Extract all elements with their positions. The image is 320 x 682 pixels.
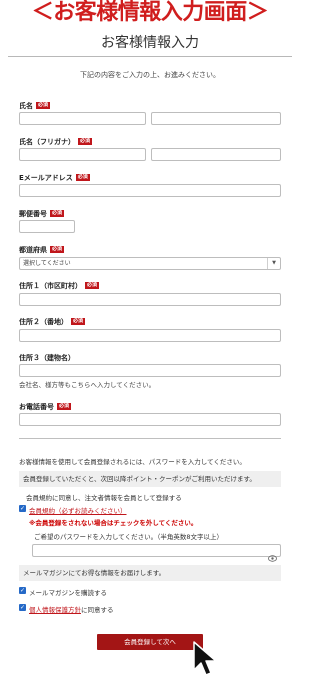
page-title: お客様情報入力 [101,35,199,51]
membership-benefit-box: 会員登録していただくと、次回以降ポイント・クーポンがご利用いただけます。 [19,471,281,487]
title-divider [8,56,292,57]
page-banner: ＜お客様情報入力画面＞ [31,0,269,25]
prefecture-label: 都道府県 必須 [19,246,65,254]
chevron-down-icon: ▼ [267,258,280,269]
password-input[interactable] [32,544,281,562]
terms-link[interactable]: 会員規約（必ずお読みください） [29,505,127,515]
first-name-input[interactable] [151,112,281,125]
section-divider [19,438,281,439]
prefecture-select-value: 選択してください [23,260,71,267]
password-prompt: ご希望のパスワードを入力してください。（半角英数8文字以上） [34,533,223,541]
membership-warning: ※会員登録をされない場合はチェックを外してください。 [29,519,198,527]
terms-checkbox[interactable]: ✓ [19,505,26,512]
required-badge: 必須 [71,318,86,325]
zip-label: 郵便番号 必須 [19,210,65,218]
privacy-policy-link[interactable]: 個人情報保護方針 [29,606,81,614]
address1-input[interactable] [19,293,281,306]
required-badge: 必須 [85,282,100,289]
required-badge: 必須 [78,138,93,145]
address2-label: 住所２（番地） 必須 [19,318,86,326]
intro-text: 下記の内容をご入力の上、お進みください。 [80,71,220,79]
email-label: Eメールアドレス 必須 [19,174,90,182]
address1-label: 住所１（市区町村） 必須 [19,282,100,290]
last-name-input[interactable] [19,112,146,125]
newsletter-info-box: メールマガジンにてお得な情報をお届けします。 [19,565,281,581]
zip-input[interactable] [19,220,75,233]
required-badge: 必須 [75,174,90,181]
prefecture-select[interactable]: 選択してください ▼ [19,257,281,270]
required-badge: 必須 [50,246,65,253]
required-badge: 必須 [36,102,51,109]
address3-input[interactable] [19,364,281,377]
member-agree-text: 会員規約に同意し、注文者情報を会員として登録する [26,494,182,502]
phone-label: お電話番号 必須 [19,403,72,411]
phone-input[interactable] [19,413,281,426]
privacy-checkbox[interactable]: ✓ [19,604,26,611]
email-input[interactable] [19,184,281,197]
first-name-kana-input[interactable] [151,148,281,161]
address3-label: 住所３（建物名） [19,354,75,362]
address2-input[interactable] [19,329,281,342]
pointer-cursor-icon [192,640,222,682]
eye-icon[interactable] [268,547,277,566]
newsletter-label[interactable]: メールマガジンを購読する [29,587,107,597]
name-label: 氏名 必須 [19,102,51,110]
last-name-kana-input[interactable] [19,148,146,161]
membership-info: お客様情報を使用して会員登録されるには、パスワードを入力してください。 [19,458,246,466]
address3-note: 会社名、様方等もこちらへ入力してください。 [19,381,156,389]
kana-label: 氏名（フリガナ） 必須 [19,138,93,146]
required-badge: 必須 [57,403,72,410]
privacy-consent: 個人情報保護方針に同意する [29,606,114,614]
required-badge: 必須 [50,210,65,217]
newsletter-checkbox[interactable]: ✓ [19,587,26,594]
register-next-button[interactable]: 会員登録して次へ [97,634,203,650]
